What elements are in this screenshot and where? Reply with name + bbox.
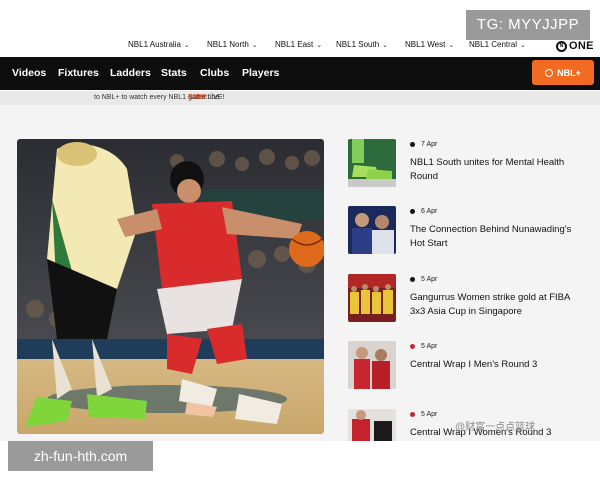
nav-players[interactable]: Players (242, 67, 279, 79)
nbl-plus-button[interactable]: NBL+ (532, 60, 594, 85)
news-date: 6 Apr (421, 208, 438, 215)
subscribe-free: FREE (188, 94, 207, 101)
watermark-bottom: zh-fun-hth.com (8, 441, 153, 471)
news-thumb (348, 206, 396, 254)
news-meta: 5 Apr (410, 343, 437, 350)
chevron-down-icon: ⌄ (448, 42, 455, 49)
category-dot (410, 209, 415, 214)
news-item[interactable]: 5 Apr Central Wrap I Men's Round 3 (348, 341, 578, 389)
womens-photo (348, 409, 396, 441)
news-title[interactable]: NBL1 South unites for Mental Health Roun… (410, 156, 580, 184)
news-date: 5 Apr (421, 276, 438, 283)
chevron-down-icon: ⌄ (382, 42, 389, 49)
news-thumb (348, 139, 396, 187)
news-meta: 6 Apr (410, 208, 437, 215)
league-nav-item[interactable]: NBL1 East ⌄ (275, 40, 322, 49)
nav-fixtures[interactable]: Fixtures (58, 67, 99, 79)
chevron-down-icon: ⌄ (251, 42, 258, 49)
news-item[interactable]: 7 Apr NBL1 South unites for Mental Healt… (348, 139, 578, 187)
nav-stats[interactable]: Stats (161, 67, 187, 79)
mens-photo (348, 341, 396, 389)
news-thumb (348, 341, 396, 389)
subscribe-banner[interactable]: Subscribe for FREE to NBL+ to watch ever… (0, 91, 600, 115)
nbl-plus-label: NBL+ (557, 67, 581, 78)
chevron-down-icon: ⌄ (520, 42, 526, 49)
category-dot (410, 142, 415, 147)
main-nav: Videos Fixtures Ladders Stats Clubs Play… (0, 57, 600, 90)
category-dot (410, 412, 415, 417)
news-item[interactable]: 5 Apr Gangurrus Women strike gold at FIB… (348, 274, 578, 322)
basketball-players-photo (17, 139, 324, 434)
news-meta: 7 Apr (410, 141, 437, 148)
nav-ladders[interactable]: Ladders (110, 67, 151, 79)
chevron-down-icon: ⌄ (316, 42, 323, 49)
hero-image[interactable] (17, 139, 324, 434)
news-meta: 5 Apr (410, 411, 437, 418)
news-meta: 5 Apr (410, 276, 437, 283)
league-nav-bar: NBL1 Australia ⌄ NBL1 North ⌄ NBL1 East ⌄ N… (0, 38, 600, 57)
news-title[interactable]: The Connection Behind Nunawading's Hot S… (410, 223, 580, 251)
league-nav-item[interactable]: NBL1 Central ⌄ (469, 40, 526, 49)
logo-mark-icon: N (556, 40, 567, 52)
news-title[interactable]: Gangurrus Women strike gold at FIBA 3x3 … (410, 291, 580, 319)
news-date: 7 Apr (421, 141, 438, 148)
shoes-icon (348, 139, 396, 187)
league-nav-item[interactable]: NBL1 West ⌄ (405, 40, 454, 49)
league-nav-item[interactable]: NBL1 South ⌄ (336, 40, 388, 49)
news-thumb (348, 409, 396, 441)
nav-clubs[interactable]: Clubs (200, 67, 229, 79)
weibo-watermark: @财富一点点篮球 (455, 422, 536, 433)
news-title[interactable]: Central Wrap I Men's Round 3 (410, 358, 580, 372)
league-nav-item[interactable]: NBL1 Australia ⌄ (128, 40, 190, 49)
nbl-one-logo[interactable]: N ONE (556, 39, 594, 53)
news-item[interactable]: 6 Apr The Connection Behind Nunawading's… (348, 206, 578, 254)
category-dot (410, 344, 415, 349)
user-icon (545, 68, 554, 77)
league-nav-item[interactable]: NBL1 North ⌄ (207, 40, 258, 49)
nav-videos[interactable]: Videos (12, 67, 46, 79)
logo-text: ONE (569, 40, 594, 52)
players-photo (348, 206, 396, 254)
watermark-top: TG: MYYJJPP (466, 10, 590, 40)
chevron-down-icon: ⌄ (183, 42, 190, 49)
team-photo (348, 274, 396, 322)
news-date: 5 Apr (421, 411, 438, 418)
category-dot (410, 277, 415, 282)
news-date: 5 Apr (421, 343, 438, 350)
news-thumb (348, 274, 396, 322)
